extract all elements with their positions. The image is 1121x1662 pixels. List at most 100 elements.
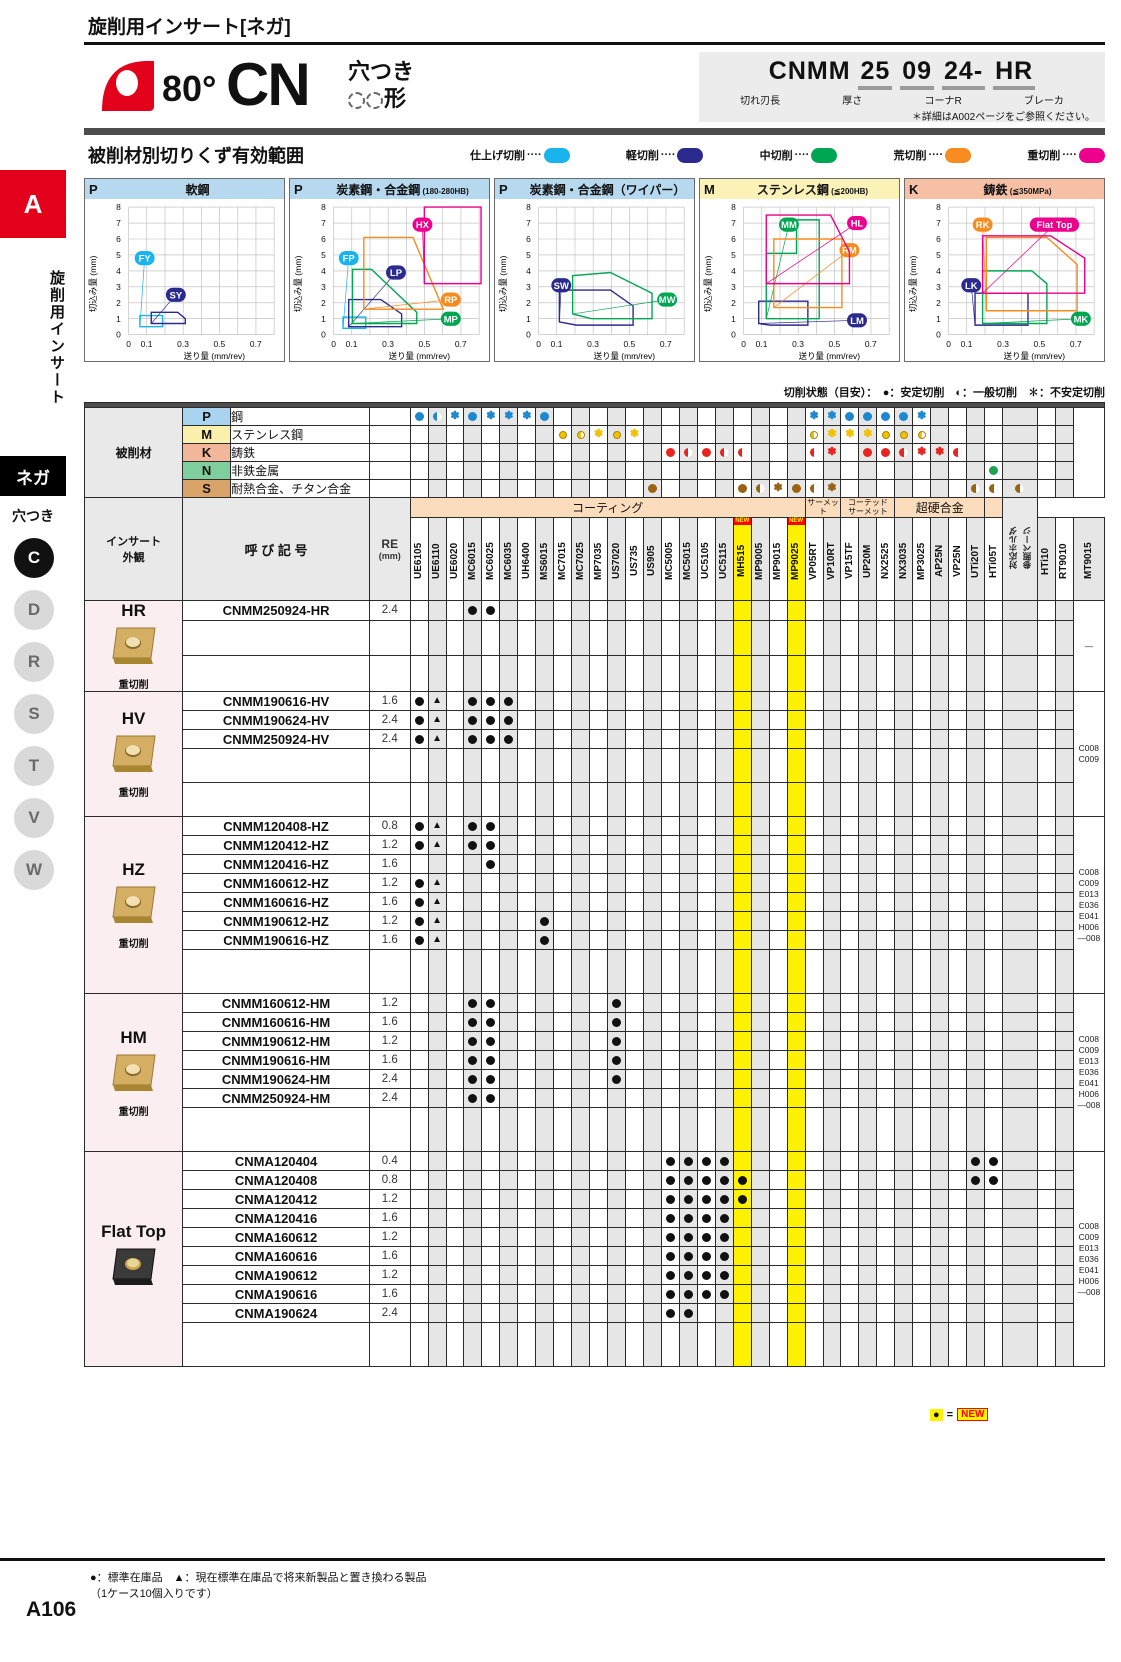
- grade-mark-34: [1036, 892, 1056, 912]
- spacer-grade-19: [750, 1107, 770, 1152]
- ref-page-HM: C008 C009 E013 E036 E041 H006 —008: [1072, 993, 1106, 1152]
- grade-mark-0: [409, 1265, 429, 1285]
- grade-mark-35: [1054, 1189, 1074, 1209]
- chart-plot-1: 0 1 2 3 4 5 6 7 8 0 0.1 0.3 0.5 0.7 切込み量 (mm) 送り量 (mm/r…: [290, 199, 489, 361]
- material-mark-S-7: [535, 479, 555, 498]
- grade-mark-0: [409, 993, 429, 1013]
- grade-mark-33: [1002, 1012, 1038, 1032]
- grade-mark-16: [696, 892, 716, 912]
- grade-header-UH6400: UH6400: [517, 517, 537, 601]
- material-mark-N-5: [499, 461, 519, 480]
- spacer-grade-14: [660, 782, 680, 817]
- grade-mark-33: [1002, 1208, 1038, 1228]
- code-part-2: 24-: [942, 57, 986, 90]
- grade-mark-32: [984, 993, 1004, 1013]
- material-mark-N-14: [660, 461, 680, 480]
- ref-page-line-0: C008: [1078, 1220, 1099, 1231]
- grade-mark-28: [912, 1246, 932, 1266]
- grade-mark-3: [463, 1246, 483, 1266]
- grade-mark-21: [786, 600, 806, 621]
- grade-name-MT9015: MT9015: [1082, 542, 1094, 580]
- spacer-grade-19: [750, 949, 770, 994]
- insert-sub-line1: 穴つき: [348, 59, 415, 84]
- material-mark-N-34: [1036, 461, 1056, 480]
- material-mark-S-18: [732, 479, 752, 498]
- mark-stable-icon: [683, 1194, 693, 1204]
- grade-mark-5: [499, 1189, 519, 1209]
- page-number: A106: [26, 1598, 77, 1621]
- material-mark-S-29: [930, 479, 950, 498]
- table-row: CNMM160616-HZ 1.6 ▲: [85, 892, 1105, 912]
- insert-re: 0.4: [368, 1151, 411, 1171]
- grade-mark-26: [876, 873, 896, 893]
- grade-mark-27: [894, 1208, 914, 1228]
- material-mark-N-8: [553, 461, 573, 480]
- svg-text:送り量 (mm/rev): 送り量 (mm/rev): [594, 351, 656, 361]
- grade-mark-2: [445, 911, 465, 931]
- grade-mark-35: [1054, 1246, 1074, 1266]
- spacer-grade-7: [535, 782, 555, 817]
- grade-mark-34: [1036, 600, 1056, 621]
- spacer-grade-4: [481, 1107, 501, 1152]
- svg-text:4: 4: [321, 266, 326, 276]
- grade-mark-5: [499, 816, 519, 836]
- grade-mark-1: ▲: [427, 873, 447, 893]
- grade-mark-16: [696, 993, 716, 1013]
- grade-mark-13: [643, 892, 662, 912]
- grade-mark-26: [876, 1208, 896, 1228]
- grade-mark-20: [768, 1189, 788, 1209]
- material-mark-N-12: [625, 461, 644, 480]
- grade-mark-0: [409, 1050, 429, 1070]
- material-mark-N-29: [930, 461, 950, 480]
- category-3: 超硬合金: [894, 497, 986, 518]
- insert-designation: CNMM190624-HV: [182, 710, 370, 730]
- material-mark-K-34: [1036, 443, 1056, 462]
- grade-mark-10: [589, 1284, 609, 1304]
- chart-panel-4: K 鋳鉄 (≦350MPa) 0 1 2 3 4 5 6 7 8 0 0.1 0.3 0.5 0.7 切込み量 …: [904, 178, 1105, 362]
- grade-mark-34: [1036, 1012, 1056, 1032]
- rail-shape-c[interactable]: C: [14, 538, 54, 578]
- material-code-N: N: [182, 461, 232, 480]
- mark-stable-icon: [468, 1017, 478, 1027]
- grade-mark-10: [589, 911, 609, 931]
- grade-mark-9: [571, 729, 591, 749]
- rail-shape-w[interactable]: W: [14, 850, 54, 890]
- mark-stable-icon: [486, 859, 496, 869]
- grade-mark-31: [966, 1012, 986, 1032]
- svg-text:1: 1: [936, 314, 941, 324]
- mark-general-icon: [809, 484, 819, 493]
- breaker-use-HV: 重切削: [118, 788, 149, 799]
- grade-mark-11: [607, 1088, 627, 1108]
- grade-mark-34: [1036, 710, 1056, 730]
- category-0: コーティング: [409, 497, 806, 518]
- grade-mark-17: [714, 1189, 734, 1209]
- grade-mark-25: [858, 1303, 878, 1323]
- rail-shape-r[interactable]: R: [14, 642, 54, 682]
- insert-thumb-HM: HM 重切削: [83, 993, 184, 1152]
- grade-mark-13: [643, 1031, 662, 1051]
- material-row-N: N 非鉄金属: [85, 461, 1105, 480]
- material-mark-K-28: ✽: [912, 443, 932, 462]
- mark-stable-icon: [486, 715, 496, 725]
- grade-mark-10: [589, 1012, 609, 1032]
- svg-text:2: 2: [116, 298, 121, 308]
- spacer-grade-5: [499, 619, 519, 657]
- grade-mark-9: [571, 1012, 591, 1032]
- grade-mark-15: [678, 892, 698, 912]
- grade-header-MS6015: MS6015: [535, 517, 555, 601]
- rail-shape-v[interactable]: V: [14, 798, 54, 838]
- rail-shape-t[interactable]: T: [14, 746, 54, 786]
- rail-tab-nega[interactable]: ネガ: [0, 456, 66, 496]
- grade-mark-15: [678, 1031, 698, 1051]
- grade-mark-31: [966, 892, 986, 912]
- header-divider: [84, 128, 1105, 135]
- grade-mark-12: [625, 1303, 644, 1323]
- rail-shape-s[interactable]: S: [14, 694, 54, 734]
- rail-tab-anatsuki[interactable]: 穴つき: [0, 506, 66, 526]
- material-spacer-N: [368, 461, 411, 480]
- new-legend-equals: =: [946, 1408, 954, 1421]
- grade-mark-5: [499, 892, 519, 912]
- insert-re: 1.6: [368, 892, 411, 912]
- rail-shape-d[interactable]: D: [14, 590, 54, 630]
- grade-mark-11: [607, 1284, 627, 1304]
